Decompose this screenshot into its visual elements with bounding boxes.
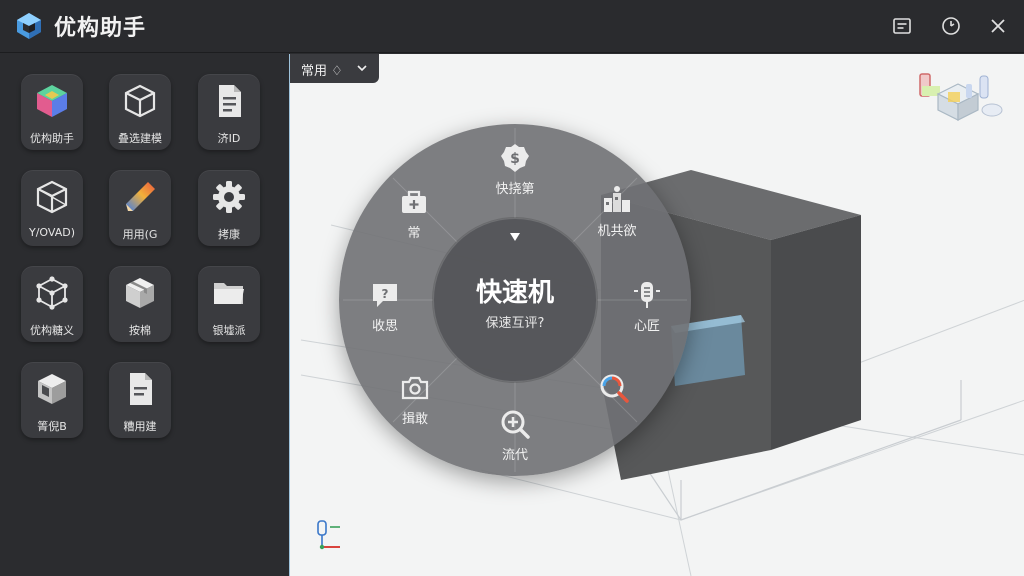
toolbox-icon <box>402 190 426 213</box>
app-logo-icon <box>17 13 41 39</box>
tile-assistant[interactable]: 优构助手 <box>21 74 83 150</box>
radial-item-label: 揖敢 <box>401 412 428 427</box>
tile-label: 糟用建 <box>123 420 157 433</box>
tile-settings[interactable]: 拷康 <box>198 170 260 246</box>
package-icon <box>126 278 154 308</box>
close-icon <box>991 19 1005 33</box>
tile-file[interactable]: 糟用建 <box>109 362 171 438</box>
radial-item-label: 机共欲 <box>597 224 637 239</box>
clock-button[interactable] <box>938 13 964 39</box>
radial-item-messages[interactable]: ? 收思 <box>348 279 422 337</box>
radial-item-voice[interactable]: 心匠 <box>610 279 684 337</box>
tile-label: 按棉 <box>129 324 151 337</box>
radial-item-label: 常 <box>407 226 421 241</box>
box-cube-icon <box>38 374 66 404</box>
radial-item-label: 流代 <box>501 448 528 463</box>
tile-package[interactable]: 按棉 <box>109 266 171 342</box>
folder-icon <box>214 283 244 304</box>
zoom-in-icon <box>501 410 530 439</box>
camera-icon <box>401 376 429 400</box>
tile-label: 拷康 <box>218 228 240 241</box>
structure-icon <box>604 186 630 212</box>
tile-folder[interactable]: 银墟派 <box>198 266 260 342</box>
tile-label: 优构糖义 <box>30 324 74 337</box>
document-icon <box>219 85 241 117</box>
radial-item-structure[interactable]: 机共欲 <box>580 184 654 242</box>
tile-label: Y/OVAD) <box>29 226 75 239</box>
tile-label: 济ID <box>217 132 241 145</box>
app-title: 优构助手 <box>54 16 147 41</box>
tile-pencil[interactable]: 用用(G <box>109 170 171 246</box>
microphone-icon <box>634 282 660 308</box>
chevron-down-icon <box>357 65 367 72</box>
layout-button[interactable] <box>889 13 915 39</box>
dollar-badge-icon: $ <box>501 144 529 172</box>
sidebar: 优构助手 叠选建模 济ID Y/OVAD) 用用(G 拷康 优构糖义 按棉 银墟… <box>0 54 288 576</box>
radial-item-quick[interactable]: $ 快挠第 <box>478 142 552 200</box>
radial-title: 快速机 <box>475 278 554 308</box>
radial-center[interactable]: 快速机 保速互评? <box>433 218 597 382</box>
title-bar: 优构助手 <box>0 0 1024 53</box>
radial-item-label: 收思 <box>371 319 398 334</box>
outline-cube-icon <box>36 180 68 214</box>
wire-cube-icon <box>124 84 156 118</box>
tile-modeling[interactable]: 叠选建模 <box>109 74 171 150</box>
gear-icon <box>213 181 245 213</box>
close-button[interactable] <box>985 13 1011 39</box>
file-icon <box>130 373 152 405</box>
svg-text:?: ? <box>382 287 389 301</box>
dropdown-label: 常用 ♢ <box>301 64 343 79</box>
tile-label: 叠选建模 <box>118 132 162 145</box>
radial-item-search[interactable] <box>577 372 651 430</box>
radial-subtitle: 保速互评? <box>485 316 545 331</box>
layout-icon <box>893 18 911 34</box>
tile-label: 用用(G <box>122 228 158 241</box>
tile-structure[interactable]: 优构糖义 <box>21 266 83 342</box>
node-cube-icon <box>36 276 68 310</box>
radial-quick-menu: 快速机 保速互评? $ 快挠第 机共欲 心匠 流代 揖敢 ? 收思 常 <box>339 124 691 476</box>
tile-label: 银墟派 <box>212 324 246 337</box>
svg-text:$: $ <box>510 151 520 167</box>
radial-item-camera[interactable]: 揖敢 <box>378 372 452 430</box>
chat-icon: ? <box>373 284 397 307</box>
tile-ovad[interactable]: Y/OVAD) <box>21 170 83 246</box>
axis-gizmo-icon <box>317 520 340 550</box>
radial-item-label: 快挠第 <box>495 182 535 197</box>
tile-id[interactable]: 济ID <box>198 74 260 150</box>
tile-box[interactable]: 箐倪B <box>21 362 83 438</box>
tile-label: 箐倪B <box>37 420 67 433</box>
radial-item-zoom[interactable]: 流代 <box>478 408 552 466</box>
radial-item-toolbox[interactable]: 常 <box>377 186 451 244</box>
colorful-cube-icon <box>37 85 67 117</box>
clock-icon <box>942 17 960 35</box>
caret-down-icon <box>510 233 520 241</box>
mode-dropdown[interactable]: 常用 ♢ <box>290 54 379 83</box>
pencil-icon <box>126 182 155 211</box>
radial-item-label: 心匠 <box>633 319 660 334</box>
view-cube-icon[interactable] <box>918 70 1006 126</box>
color-search-icon <box>600 374 629 403</box>
tile-label: 优构助手 <box>30 132 74 145</box>
